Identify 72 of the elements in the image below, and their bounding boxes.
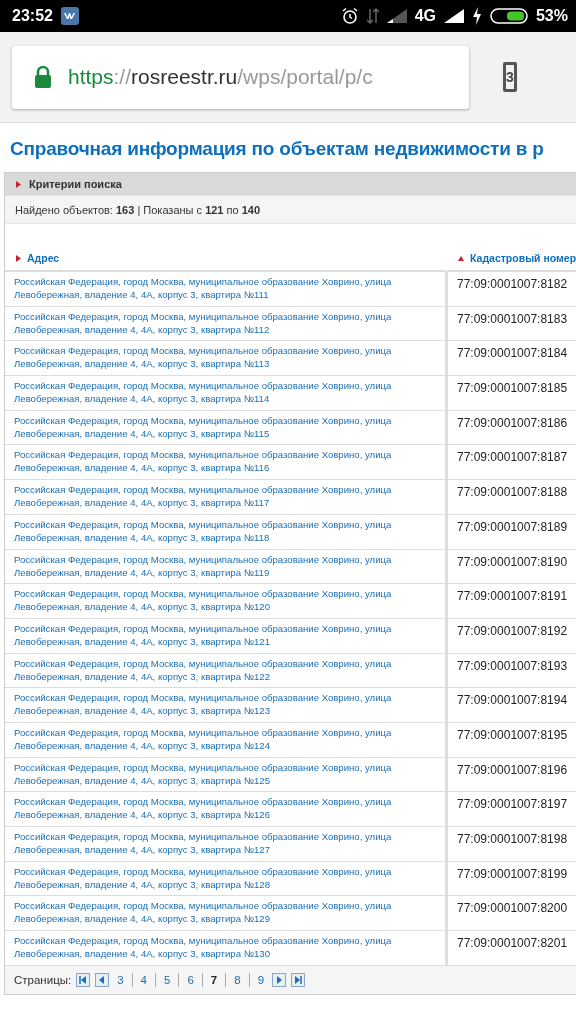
battery-icon xyxy=(489,8,528,24)
address-link[interactable]: Российская Федерация, город Москва, муниципальное образование Ховрино, улица Левобережная, владение 4, 4А, корпус 3, квартира №128 xyxy=(14,864,439,891)
alarm-icon xyxy=(340,7,359,25)
page-title: Справочная информация по объектам недвижимости в р xyxy=(10,138,544,160)
prev-page-icon[interactable] xyxy=(95,972,110,987)
address-link[interactable]: Российская Федерация, город Москва, муниципальное образование Ховрино, улица Левобережная, владение 4, 4А, корпус 3, квартира №127 xyxy=(14,830,439,856)
cadastral-number: 77:09:0001007:8199 xyxy=(457,865,569,881)
address-link[interactable]: Российская Федерация, город Москва, муниципальное образование Ховрино, улица Левобережная, владение 4, 4А, корпус 3, квартира №116 xyxy=(14,448,439,475)
address-link[interactable]: Российская Федерация, город Москва, муниципальное образование Ховрино, улица Левобережная, владение 4, 4А, корпус 3, квартира №119 xyxy=(14,552,439,579)
cadastral-number: 77:09:0001007:8184 xyxy=(457,345,569,361)
address-bar[interactable]: https://rosreestr.ru/wps/portal/p/c xyxy=(12,45,469,109)
address-link[interactable]: Российская Федерация, город Москва, муниципальное образование Ховрино, улица Левобережная, владение 4, 4А, корпус 3, квартира №125 xyxy=(14,760,439,787)
address-link[interactable]: Российская Федерация, город Москва, муниципальное образование Ховрино, улица Левобережная, владение 4, 4А, корпус 3, квартира №120 xyxy=(14,587,439,614)
address-link[interactable]: Российская Федерация, город Москва, муниципальное образование Ховрино, улица Левобережная, владение 4, 4А, корпус 3, квартира №113 xyxy=(14,344,439,371)
next-page-icon[interactable] xyxy=(272,972,287,987)
cadastral-number: 77:09:0001007:8190 xyxy=(457,553,569,569)
page-link[interactable]: 7 xyxy=(207,973,221,986)
url-text: https://rosreestr.ru/wps/portal/p/c xyxy=(68,65,373,89)
data-arrows-icon xyxy=(366,7,379,25)
cadastral-number: 77:09:0001007:8182 xyxy=(457,276,569,291)
address-link[interactable]: Российская Федерация, город Москва, муниципальное образование Ховрино, улица Левобережная, владение 4, 4А, корпус 3, квартира №130 xyxy=(14,934,439,961)
results-summary: Найдено объектов: 163 | Показаны с 121 по 140 xyxy=(15,203,261,216)
charging-icon xyxy=(471,7,482,25)
address-link[interactable]: Российская Федерация, город Москва, муниципальное образование Ховрино, улица Левобережная, владение 4, 4А, корпус 3, квартира №111 xyxy=(14,275,439,301)
signal-icon xyxy=(443,9,464,23)
clock-time: 23:52 xyxy=(12,7,53,25)
page-link[interactable]: 4 xyxy=(137,973,150,986)
address-link[interactable]: Российская Федерация, город Москва, муниципальное образование Ховрино, улица Левобережная, владение 4, 4А, корпус 3, квартира №118 xyxy=(14,517,439,544)
cadastral-number: 77:09:0001007:8193 xyxy=(457,657,569,673)
page-link[interactable]: 3 xyxy=(114,973,127,986)
cadastral-number: 77:09:0001007:8185 xyxy=(457,380,569,396)
cadastral-number: 77:09:0001007:8183 xyxy=(457,310,569,326)
tab-count-button[interactable]: 3 xyxy=(503,62,517,92)
pages-label: Страницы: xyxy=(14,973,72,986)
address-link[interactable]: Российская Федерация, город Москва, муниципальное образование Ховрино, улица Левобережная, владение 4, 4А, корпус 3, квартира №122 xyxy=(14,656,439,683)
page-link[interactable]: 5 xyxy=(161,973,174,986)
page-link[interactable]: 6 xyxy=(184,973,197,986)
signal-icon xyxy=(386,9,407,23)
address-link[interactable]: Российская Федерация, город Москва, муниципальное образование Ховрино, улица Левобережная, владение 4, 4А, корпус 3, квартира №114 xyxy=(14,379,439,406)
address-link[interactable]: Российская Федерация, город Москва, муниципальное образование Ховрино, улица Левобережная, владение 4, 4А, корпус 3, квартира №117 xyxy=(14,483,439,510)
expand-arrow-icon xyxy=(15,180,21,188)
cadastral-number: 77:09:0001007:8196 xyxy=(457,761,569,777)
vk-app-icon xyxy=(60,7,79,25)
page-link[interactable]: 9 xyxy=(254,973,268,986)
first-page-icon[interactable] xyxy=(76,972,91,987)
cadastral-number: 77:09:0001007:8187 xyxy=(457,449,569,465)
column-header[interactable]: Кадастровый номер xyxy=(470,252,576,264)
address-link[interactable]: Российская Федерация, город Москва, муниципальное образование Ховрино, улица Левобережная, владение 4, 4А, корпус 3, квартира №129 xyxy=(14,899,439,926)
cadastral-number: 77:09:0001007:8188 xyxy=(457,484,569,500)
search-criteria-toggle[interactable]: Критерии поиска xyxy=(5,173,576,195)
cadastral-number: 77:09:0001007:8186 xyxy=(457,414,569,430)
cadastral-number: 77:09:0001007:8198 xyxy=(457,831,569,846)
cadastral-number: 77:09:0001007:8197 xyxy=(457,796,569,812)
address-link[interactable]: Российская Федерация, город Москва, муниципальное образование Ховрино, улица Левобережная, владение 4, 4А, корпус 3, квартира №126 xyxy=(14,795,439,822)
cadastral-number: 77:09:0001007:8192 xyxy=(457,622,569,638)
last-page-icon[interactable] xyxy=(291,972,306,987)
address-link[interactable]: Российская Федерация, город Москва, муниципальное образование Ховрино, улица Левобережная, владение 4, 4А, корпус 3, квартира №112 xyxy=(14,309,439,336)
address-link[interactable]: Российская Федерация, город Москва, муниципальное образование Ховрино, улица Левобережная, владение 4, 4А, корпус 3, квартира №115 xyxy=(14,413,439,440)
address-link[interactable]: Российская Федерация, город Москва, муниципальное образование Ховрино, улица Левобережная, владение 4, 4А, корпус 3, квартира №124 xyxy=(14,725,439,752)
battery-percent: 53% xyxy=(535,7,568,25)
network-type: 4G xyxy=(414,7,436,25)
address-link[interactable]: Российская Федерация, город Москва, муниципальное образование Ховрино, улица Левобережная, владение 4, 4А, корпус 3, квартира №121 xyxy=(14,621,439,648)
cadastral-number: 77:09:0001007:8200 xyxy=(457,900,569,916)
cadastral-number: 77:09:0001007:8189 xyxy=(457,518,569,534)
column-header[interactable]: Адрес xyxy=(27,252,60,264)
address-link[interactable]: Российская Федерация, город Москва, муниципальное образование Ховрино, улица Левобережная, владение 4, 4А, корпус 3, квартира №123 xyxy=(14,691,439,718)
cadastral-number: 77:09:0001007:8194 xyxy=(457,692,569,708)
page-link[interactable]: 8 xyxy=(231,973,244,986)
cadastral-number: 77:09:0001007:8201 xyxy=(457,935,569,951)
lock-icon xyxy=(34,65,52,89)
cadastral-number: 77:09:0001007:8191 xyxy=(457,588,569,604)
cadastral-number: 77:09:0001007:8195 xyxy=(457,726,569,742)
